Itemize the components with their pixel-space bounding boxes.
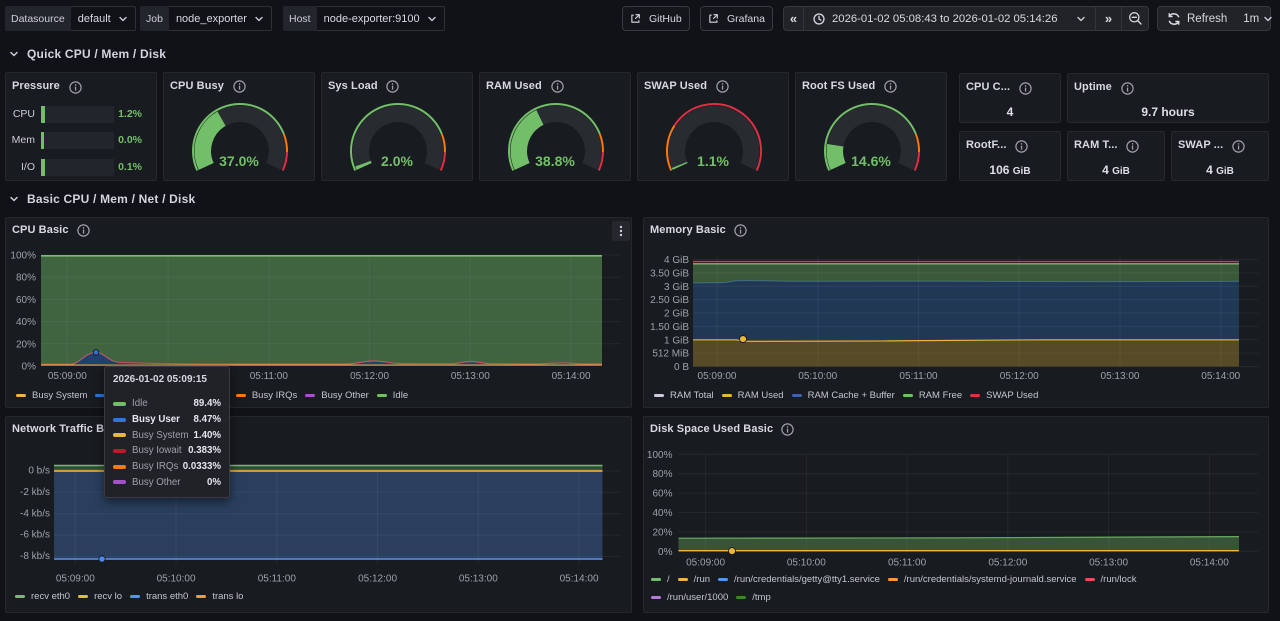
svg-text:100%: 100% xyxy=(10,251,36,262)
svg-text:05:13:00: 05:13:00 xyxy=(459,574,498,585)
svg-text:05:09:00: 05:09:00 xyxy=(48,371,87,382)
svg-text:0 b/s: 0 b/s xyxy=(28,466,50,477)
svg-text:05:11:00: 05:11:00 xyxy=(899,371,938,382)
svg-text:05:14:00: 05:14:00 xyxy=(552,371,591,382)
svg-text:05:09:00: 05:09:00 xyxy=(686,558,725,569)
svg-text:05:13:00: 05:13:00 xyxy=(451,371,490,382)
svg-text:05:11:00: 05:11:00 xyxy=(258,574,297,585)
svg-text:60%: 60% xyxy=(16,295,36,306)
svg-text:1.50 GiB: 1.50 GiB xyxy=(650,322,689,333)
svg-text:1 GiB: 1 GiB xyxy=(664,335,689,346)
svg-text:05:10:00: 05:10:00 xyxy=(787,558,826,569)
svg-text:05:09:00: 05:09:00 xyxy=(698,371,737,382)
svg-text:05:12:00: 05:12:00 xyxy=(1000,371,1039,382)
svg-text:-2 kb/s: -2 kb/s xyxy=(20,487,50,498)
svg-text:2.50 GiB: 2.50 GiB xyxy=(650,295,689,306)
svg-text:05:11:00: 05:11:00 xyxy=(888,558,927,569)
svg-text:05:14:00: 05:14:00 xyxy=(1201,371,1240,382)
svg-text:-6 kb/s: -6 kb/s xyxy=(20,530,50,541)
svg-text:05:09:00: 05:09:00 xyxy=(56,574,95,585)
svg-text:100%: 100% xyxy=(647,450,673,461)
svg-text:0%: 0% xyxy=(22,362,37,373)
svg-text:05:12:00: 05:12:00 xyxy=(988,558,1027,569)
svg-text:0 B: 0 B xyxy=(674,362,689,373)
svg-text:80%: 80% xyxy=(652,469,672,480)
svg-text:512 MiB: 512 MiB xyxy=(652,349,689,360)
svg-text:05:12:00: 05:12:00 xyxy=(350,371,389,382)
svg-text:4 GiB: 4 GiB xyxy=(664,255,689,266)
svg-text:60%: 60% xyxy=(652,489,672,500)
svg-text:05:14:00: 05:14:00 xyxy=(1190,558,1229,569)
svg-text:20%: 20% xyxy=(16,339,36,350)
svg-text:80%: 80% xyxy=(16,273,36,284)
svg-text:05:13:00: 05:13:00 xyxy=(1101,371,1140,382)
svg-text:3.50 GiB: 3.50 GiB xyxy=(650,268,689,279)
svg-text:-8 kb/s: -8 kb/s xyxy=(20,551,50,562)
svg-text:05:11:00: 05:11:00 xyxy=(250,371,289,382)
svg-text:05:13:00: 05:13:00 xyxy=(1089,558,1128,569)
svg-text:40%: 40% xyxy=(16,317,36,328)
svg-text:0%: 0% xyxy=(658,547,673,558)
svg-text:05:10:00: 05:10:00 xyxy=(798,371,837,382)
svg-text:3 GiB: 3 GiB xyxy=(664,282,689,293)
svg-text:-4 kb/s: -4 kb/s xyxy=(20,508,50,519)
svg-text:40%: 40% xyxy=(652,508,672,519)
svg-text:05:14:00: 05:14:00 xyxy=(560,574,599,585)
svg-text:2 GiB: 2 GiB xyxy=(664,309,689,320)
svg-text:05:10:00: 05:10:00 xyxy=(157,574,196,585)
svg-text:05:12:00: 05:12:00 xyxy=(358,574,397,585)
svg-text:20%: 20% xyxy=(652,527,672,538)
